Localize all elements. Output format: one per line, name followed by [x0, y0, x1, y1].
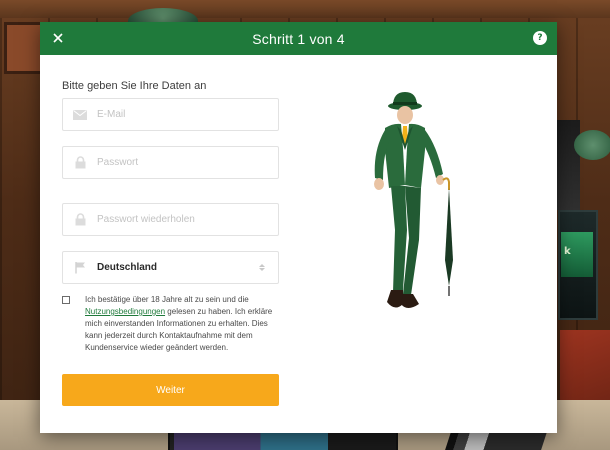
password-repeat-input[interactable] — [97, 214, 267, 225]
help-icon[interactable]: ? — [533, 31, 547, 45]
password-input[interactable] — [97, 157, 267, 168]
email-field[interactable] — [62, 98, 279, 131]
password-field[interactable] — [62, 146, 279, 179]
lock-icon — [63, 156, 97, 169]
consent-text-before: Ich bestätige über 18 Jahre alt zu sein … — [85, 295, 249, 304]
red-rug — [560, 330, 610, 410]
consent-text: Ich bestätige über 18 Jahre alt zu sein … — [85, 294, 285, 354]
slot-machine-screen: k — [561, 232, 593, 277]
continue-button[interactable]: Weiter — [62, 374, 279, 406]
envelope-icon — [63, 109, 97, 120]
password-repeat-field[interactable] — [62, 203, 279, 236]
form-heading: Bitte geben Sie Ihre Daten an — [62, 80, 207, 92]
ceiling-beam — [0, 0, 610, 18]
lock-icon — [63, 213, 97, 226]
phone-device — [445, 432, 547, 450]
modal-header: Schritt 1 von 4 ? — [40, 22, 557, 55]
registration-modal: Schritt 1 von 4 ? Bitte geben Sie Ihre D… — [40, 22, 557, 433]
close-icon[interactable] — [49, 29, 67, 47]
email-input[interactable] — [97, 109, 267, 120]
wall-picture — [4, 22, 44, 74]
mascot-illustration — [374, 92, 453, 308]
table-lamp — [574, 130, 610, 160]
flag-icon — [63, 261, 97, 274]
slot-machine-back — [556, 120, 580, 210]
country-select[interactable]: Deutschland — [62, 251, 279, 284]
consent-checkbox[interactable] — [62, 296, 70, 304]
select-arrows-icon — [252, 264, 272, 271]
country-value: Deutschland — [97, 262, 158, 273]
terms-link[interactable]: Nutzungsbedingungen — [85, 307, 165, 316]
modal-title: Schritt 1 von 4 — [252, 30, 345, 47]
